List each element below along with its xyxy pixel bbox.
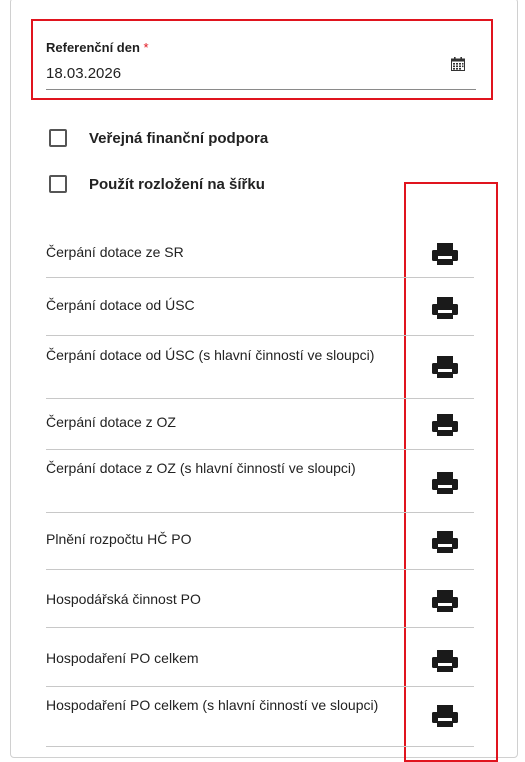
reference-date-label: Referenční den * [46, 40, 149, 55]
public-financial-support-checkbox[interactable] [49, 129, 67, 147]
report-label: Čerpání dotace od ÚSC (s hlavní činností… [46, 347, 375, 363]
report-label: Hospodaření PO celkem (s hlavní činností… [46, 697, 379, 713]
printer-icon[interactable] [432, 531, 458, 553]
row-divider [46, 512, 474, 513]
reference-date-label-text: Referenční den [46, 40, 140, 55]
printer-icon[interactable] [432, 705, 458, 727]
row-divider [46, 569, 474, 570]
printer-icon[interactable] [432, 472, 458, 494]
printer-icon[interactable] [432, 243, 458, 265]
landscape-layout-checkbox[interactable] [49, 175, 67, 193]
reference-date-underline [46, 89, 476, 90]
public-financial-support-label: Veřejná finanční podpora [89, 129, 269, 147]
landscape-layout-label: Použít rozložení na šířku [89, 175, 265, 193]
printer-icon[interactable] [432, 650, 458, 672]
required-asterisk: * [143, 40, 149, 55]
report-label: Čerpání dotace z OZ [46, 414, 176, 430]
row-divider [46, 335, 474, 336]
report-label: Čerpání dotace ze SR [46, 244, 184, 260]
report-label: Čerpání dotace z OZ (s hlavní činností v… [46, 460, 356, 476]
row-divider [46, 449, 474, 450]
report-label: Hospodaření PO celkem [46, 650, 199, 666]
report-label: Plnění rozpočtu HČ PO [46, 531, 192, 547]
row-divider [46, 746, 474, 747]
option-landscape-layout[interactable]: Použít rozložení na šířku [49, 174, 265, 194]
reference-date-input[interactable]: 18.03.2026 [46, 65, 121, 82]
row-divider [46, 686, 474, 687]
reference-date-highlight [31, 19, 493, 100]
row-divider [46, 277, 474, 278]
report-label: Hospodářská činnost PO [46, 591, 201, 607]
printer-icon[interactable] [432, 297, 458, 319]
printer-icon[interactable] [432, 414, 458, 436]
option-public-financial-support[interactable]: Veřejná finanční podpora [49, 128, 268, 148]
report-label: Čerpání dotace od ÚSC [46, 297, 195, 313]
row-divider [46, 398, 474, 399]
row-divider [46, 627, 474, 628]
printer-icon[interactable] [432, 590, 458, 612]
printer-icon[interactable] [432, 356, 458, 378]
calendar-icon[interactable] [451, 57, 465, 71]
